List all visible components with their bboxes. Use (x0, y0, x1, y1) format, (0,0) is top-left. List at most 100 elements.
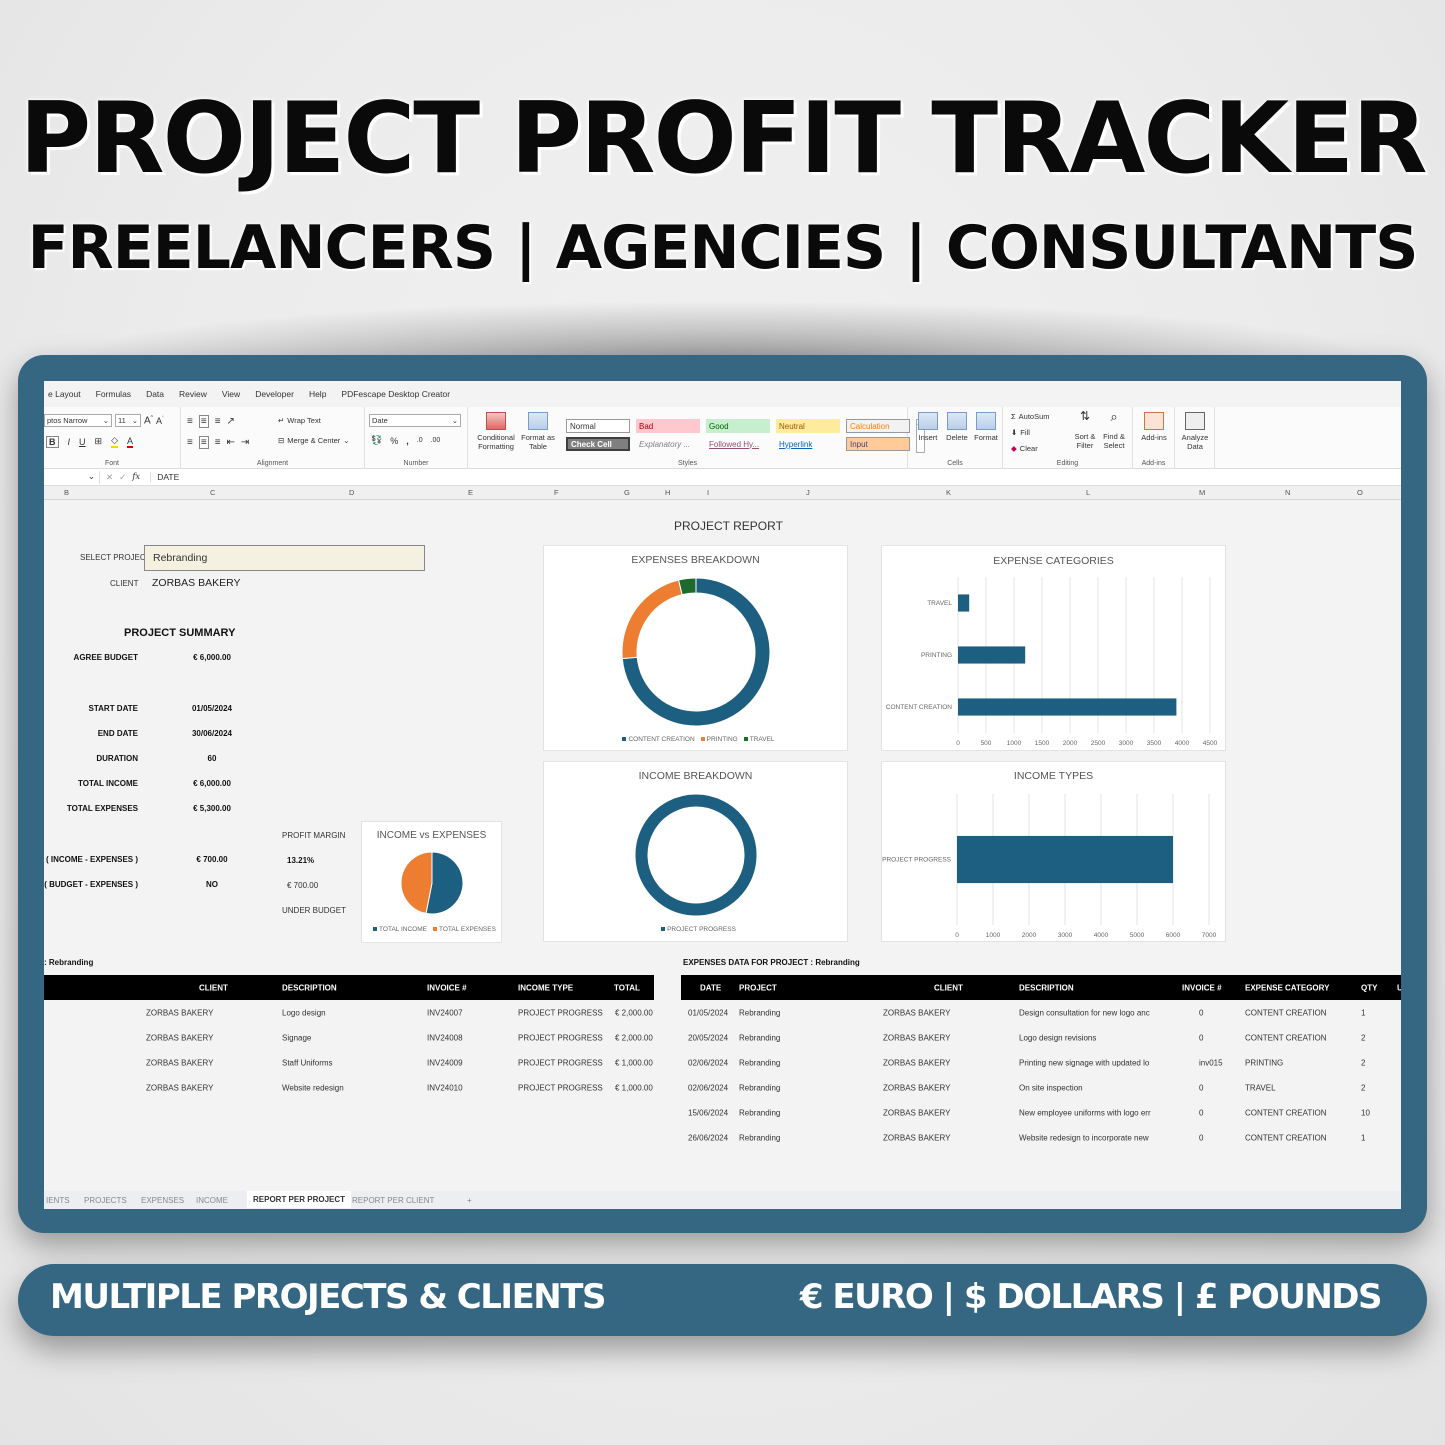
insert-button[interactable]: Insert (914, 412, 942, 442)
align-left-icon[interactable]: ≡ (187, 437, 193, 448)
column-header-invoice[interactable]: INVOICE # (1182, 983, 1222, 992)
increase-decimal-icon[interactable]: .0 (417, 437, 423, 444)
bold-icon[interactable]: B (46, 435, 59, 448)
expense-row[interactable]: 02/06/2024 Rebranding ZORBAS BAKERY Printin… (681, 1050, 1401, 1075)
formula-input[interactable]: DATE (150, 472, 1401, 482)
increase-indent-icon[interactable]: ⇥ (241, 437, 249, 448)
align-middle-icon[interactable]: ≡ (198, 415, 209, 428)
comma-icon[interactable]: , (406, 436, 409, 446)
number-format-select[interactable]: Date ⌄ (369, 414, 461, 427)
font-name-select[interactable]: ptos Narrow ⌄ (44, 414, 112, 427)
column-header-n[interactable]: N (1285, 488, 1290, 497)
column-header-f[interactable]: F (554, 488, 559, 497)
ribbon-tab-review[interactable]: Review (179, 389, 207, 399)
bar-project-progress[interactable] (957, 835, 1173, 884)
name-box[interactable]: ⌄ (44, 470, 100, 484)
currency-icon[interactable]: 💱 (371, 435, 382, 446)
select-project-input[interactable]: Rebranding (144, 545, 425, 571)
wrap-text-button[interactable]: ↵ Wrap Text (278, 416, 321, 425)
underline-icon[interactable]: U (79, 437, 86, 447)
cell-style-bad[interactable]: Bad (636, 419, 700, 433)
expense-categories-chart[interactable]: EXPENSE CATEGORIES 0 500 1000 1500 2000 2500 3… (881, 545, 1226, 751)
column-header-total[interactable]: TOTAL (614, 983, 640, 992)
sheet-tab-expenses[interactable]: EXPENSES (141, 1196, 184, 1205)
clear-button[interactable]: ◆ Clear (1011, 444, 1038, 453)
cell-style-explanatory[interactable]: Explanatory ... (636, 437, 700, 451)
column-header-l[interactable]: L (1086, 488, 1090, 497)
column-header-qty[interactable]: QTY (1361, 983, 1377, 992)
column-header-c[interactable]: C (210, 488, 215, 497)
cancel-icon[interactable]: ✕ (106, 472, 113, 483)
expense-row[interactable]: 02/06/2024 Rebranding ZORBAS BAKERY On site… (681, 1075, 1401, 1100)
slice-travel[interactable] (678, 577, 697, 596)
expense-row[interactable]: 26/06/2024 Rebranding ZORBAS BAKERY Website… (681, 1125, 1401, 1150)
decrease-indent-icon[interactable]: ⇤ (227, 437, 235, 448)
ribbon-tab-view[interactable]: View (222, 389, 240, 399)
cell-style-input[interactable]: Input (846, 437, 910, 451)
column-header-h[interactable]: H (665, 488, 670, 497)
sheet-tab-report-per-project[interactable]: REPORT PER PROJECT (247, 1191, 352, 1208)
orientation-icon[interactable]: ↗ (227, 416, 235, 427)
column-header-g[interactable]: G (624, 488, 630, 497)
align-center-icon[interactable]: ≡ (198, 436, 209, 449)
slice-total-expenses[interactable] (400, 851, 433, 915)
ribbon-tab-developer[interactable]: Developer (255, 389, 294, 399)
column-header-u[interactable]: U (1397, 983, 1401, 992)
column-header-k[interactable]: K (946, 488, 951, 497)
column-header-o[interactable]: O (1357, 488, 1363, 497)
expense-row[interactable]: 01/05/2024 Rebranding ZORBAS BAKERY Design … (681, 1000, 1401, 1025)
column-header-client[interactable]: CLIENT (934, 983, 963, 992)
font-color-icon[interactable]: A (126, 436, 133, 448)
income-types-chart[interactable]: INCOME TYPES 0 1000 2000 3000 4000 5000 6000 70… (881, 761, 1226, 942)
grow-font-icon[interactable]: A^ (144, 415, 153, 426)
expense-row[interactable]: 20/05/2024 Rebranding ZORBAS BAKERY Logo de… (681, 1025, 1401, 1050)
column-header-d[interactable]: D (349, 488, 354, 497)
format-button[interactable]: Format (972, 412, 1000, 442)
align-top-icon[interactable]: ≡ (187, 416, 193, 427)
income-row[interactable]: ZORBAS BAKERY Staff Uniforms INV24009 PROJE… (44, 1050, 654, 1075)
cell-style-hyperlink[interactable]: Hyperlink (776, 437, 840, 451)
font-size-select[interactable]: 11 ⌄ (115, 414, 141, 427)
cell-style-calculation[interactable]: Calculation (846, 419, 910, 433)
cell-style-followed-hy[interactable]: Followed Hy... (706, 437, 770, 451)
column-header-b[interactable]: B (64, 488, 69, 497)
percent-icon[interactable]: % (390, 436, 398, 446)
income-breakdown-chart[interactable]: INCOME BREAKDOWN PROJECT PROGRESS (543, 761, 848, 942)
sheet-tab-add[interactable]: + (467, 1196, 472, 1205)
column-header-date[interactable]: DATE (700, 983, 721, 992)
borders-icon[interactable]: ⊞ (95, 436, 103, 447)
column-header-expense-category[interactable]: EXPENSE CATEGORY (1245, 983, 1329, 992)
bar-content-creation[interactable] (958, 698, 1177, 716)
cell-style-neutral[interactable]: Neutral (776, 419, 840, 433)
column-header-client[interactable]: CLIENT (199, 983, 228, 992)
income-row[interactable]: ZORBAS BAKERY Website redesign INV24010 PRO… (44, 1075, 654, 1100)
column-header-j[interactable]: J (806, 488, 810, 497)
column-header-m[interactable]: M (1199, 488, 1205, 497)
income-vs-expenses-chart[interactable]: INCOME vs EXPENSES TOTAL INCOME TOTAL EXP… (361, 821, 502, 943)
italic-icon[interactable]: I (68, 437, 71, 447)
analyze-data-button[interactable]: Analyze Data (1178, 412, 1212, 451)
column-header-invoice[interactable]: INVOICE # (427, 983, 467, 992)
column-header-e[interactable]: E (468, 488, 473, 497)
slice-project-progress[interactable] (634, 793, 758, 917)
decrease-decimal-icon[interactable]: .00 (431, 437, 441, 444)
sort-filter-button[interactable]: ⇅ Sort & Filter (1071, 410, 1099, 450)
conditional-formatting-button[interactable]: Conditional Formatting (474, 412, 518, 451)
column-header-i[interactable]: I (707, 488, 709, 497)
bar-printing[interactable] (958, 646, 1026, 664)
sheet-tab-ients[interactable]: IENTS (46, 1196, 70, 1205)
income-row[interactable]: ZORBAS BAKERY Signage INV24008 PROJECT PROG… (44, 1025, 654, 1050)
ribbon-tab-e-layout[interactable]: e Layout (48, 389, 81, 399)
cell-style-good[interactable]: Good (706, 419, 770, 433)
ribbon-tab-help[interactable]: Help (309, 389, 326, 399)
autosum-button[interactable]: Σ AutoSum (1011, 412, 1050, 421)
column-header-income-type[interactable]: INCOME TYPE (518, 983, 573, 992)
cell-style-check-cell[interactable]: Check Cell (566, 437, 630, 451)
sheet-tab-projects[interactable]: PROJECTS (84, 1196, 127, 1205)
align-bottom-icon[interactable]: ≡ (215, 416, 221, 427)
fill-button[interactable]: ⬇ Fill (1011, 428, 1030, 437)
enter-icon[interactable]: ✓ (119, 472, 126, 483)
add-ins-button[interactable]: Add-ins (1137, 412, 1171, 442)
merge-center-button[interactable]: ⊟ Merge & Center ⌄ (278, 436, 350, 445)
shrink-font-icon[interactable]: Aˇ (156, 416, 164, 426)
